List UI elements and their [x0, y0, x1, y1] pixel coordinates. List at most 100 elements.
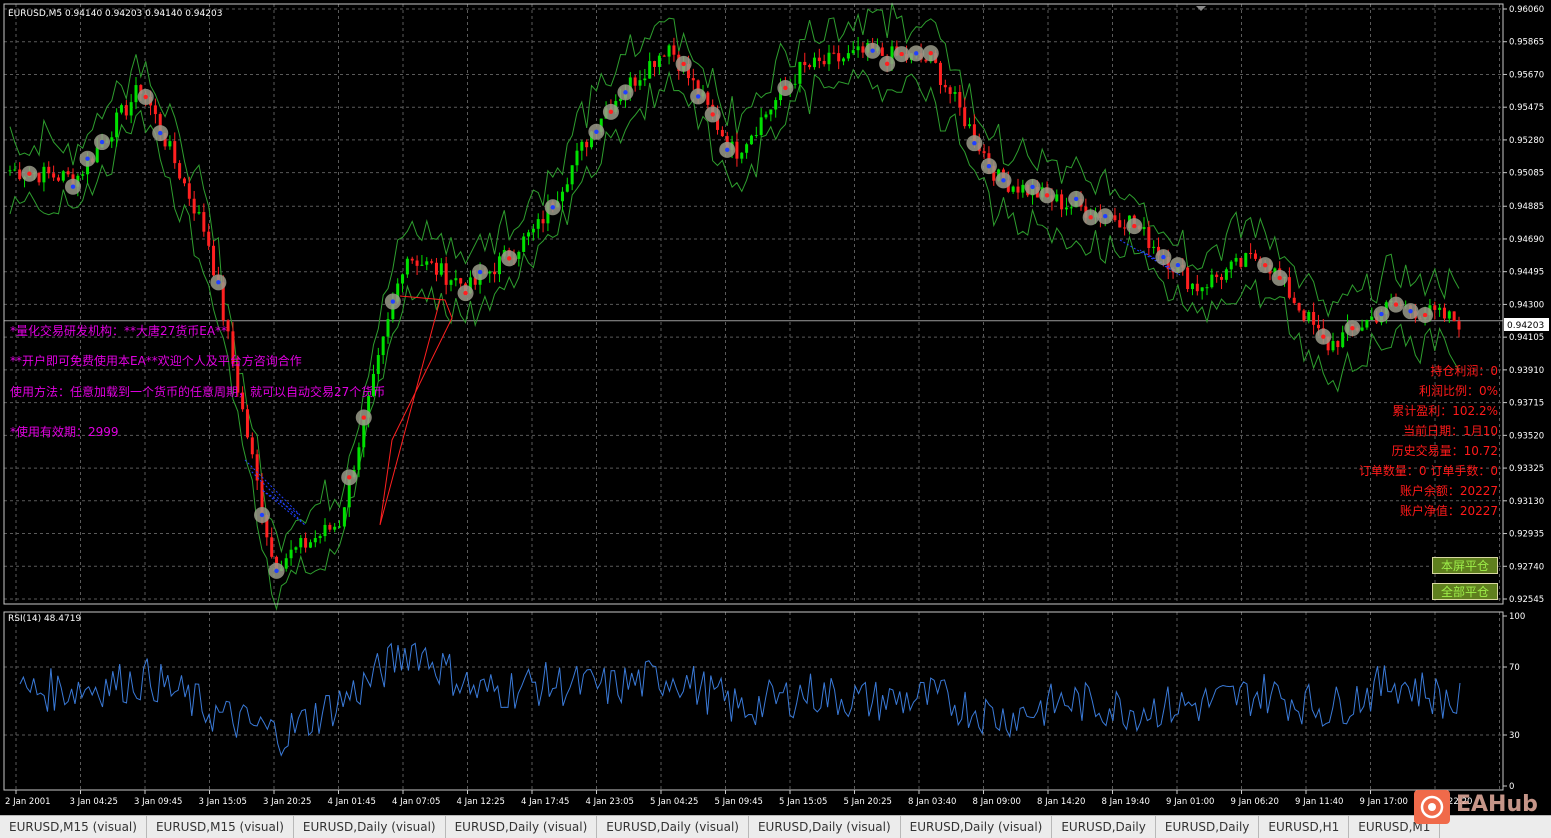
time-tick-label: 3 Jan 04:25	[70, 797, 118, 807]
tab-chart-10[interactable]: EURUSD,H1	[1259, 816, 1350, 838]
candle-body	[119, 105, 123, 113]
candle-body	[1370, 316, 1374, 320]
sell-arrow-icon	[899, 51, 904, 57]
candle-body	[37, 173, 41, 183]
candle-body	[846, 53, 850, 59]
candle-body	[522, 236, 526, 252]
eahub-logo-icon	[1414, 790, 1450, 824]
candle-body	[318, 536, 322, 539]
candle-body	[134, 85, 138, 103]
candle-body	[115, 112, 119, 138]
candle-body	[497, 256, 501, 275]
sell-arrow-icon	[463, 290, 468, 296]
candle-body	[691, 78, 695, 81]
sell-arrow-icon	[506, 256, 512, 261]
price-tick-label: 0.95475	[1509, 103, 1544, 113]
sell-arrow-icon	[1132, 223, 1137, 229]
close-current-button[interactable]: 本屏平仓	[1432, 557, 1498, 574]
tab-chart-4[interactable]: EURUSD,Daily (visual)	[446, 816, 598, 838]
candle-body	[415, 260, 419, 266]
tab-chart-2[interactable]: EURUSD,M15 (visual)	[147, 816, 294, 838]
candle-body	[565, 184, 569, 192]
buy-arrow-icon	[1001, 178, 1006, 183]
buy-arrow-icon	[259, 512, 265, 518]
tab-chart-5[interactable]: EURUSD,Daily (visual)	[597, 816, 749, 838]
sell-arrow-icon	[1393, 302, 1399, 307]
tab-chart-7[interactable]: EURUSD,Daily (visual)	[901, 816, 1053, 838]
candle-body	[289, 549, 293, 559]
candle-body	[1186, 267, 1190, 290]
tab-chart-1[interactable]: EURUSD,M15 (visual)	[0, 816, 147, 838]
candle-body	[745, 144, 749, 153]
current-price-label: 0.94203	[1507, 321, 1544, 331]
candle-body	[245, 409, 249, 438]
time-tick-label: 8 Jan 14:20	[1037, 797, 1085, 807]
close-all-button[interactable]: 全部平仓	[1432, 583, 1498, 600]
candle-body	[1215, 274, 1219, 278]
candle-body	[376, 355, 380, 374]
candle-body	[56, 177, 60, 181]
price-tick-label: 0.94300	[1509, 300, 1544, 310]
time-tick-label: 3 Jan 09:45	[134, 797, 182, 807]
ea-line-usage: 使用方法：任意加载到一个货币的任意周期，就可以自动交易27个货币	[10, 385, 386, 399]
candle-body	[493, 271, 497, 275]
sell-arrow-icon	[608, 109, 614, 115]
candle-body	[197, 212, 201, 214]
sell-arrow-icon	[27, 171, 32, 176]
tab-chart-9[interactable]: EURUSD,Daily	[1156, 816, 1260, 838]
candle-body	[401, 274, 405, 284]
price-tick-label: 0.93910	[1509, 366, 1544, 376]
candle-body	[1457, 321, 1461, 330]
candle-body	[454, 278, 458, 281]
candle-body	[212, 245, 216, 276]
candle-body	[381, 336, 385, 356]
tab-chart-8[interactable]: EURUSD,Daily	[1052, 816, 1156, 838]
candle-body	[1253, 253, 1257, 259]
tab-chart-3[interactable]: EURUSD,Daily (visual)	[294, 816, 446, 838]
candle-body	[842, 58, 846, 62]
candle-body	[1365, 319, 1369, 328]
candle-body	[95, 147, 99, 163]
sell-arrow-icon	[1277, 275, 1282, 281]
price-tick-label: 0.92740	[1509, 562, 1544, 572]
candle-body	[1239, 257, 1243, 267]
candle-body	[250, 437, 254, 455]
time-tick-label: 8 Jan 19:40	[1102, 797, 1150, 807]
tab-chart-6[interactable]: EURUSD,Daily (visual)	[749, 816, 901, 838]
candle-body	[1224, 269, 1228, 280]
trading-chart[interactable]: 0.96060 0.95865 0.95670 0.95475 0.95280 0.950…	[0, 0, 1551, 837]
candle-body	[749, 135, 753, 145]
candle-body	[66, 171, 70, 175]
candle-body	[648, 61, 652, 79]
price-tick-label: 0.95670	[1509, 70, 1544, 80]
buy-arrow-icon	[594, 129, 599, 135]
candle-body	[357, 447, 361, 470]
candle-body	[643, 78, 647, 81]
buy-arrow-icon	[870, 48, 875, 53]
buy-arrow-icon	[158, 130, 163, 136]
stat-cumulative-profit: 累计盈利：102.2%	[1392, 404, 1498, 418]
sell-arrow-icon	[884, 61, 890, 67]
candle-body	[1438, 307, 1442, 310]
buy-arrow-icon	[1161, 254, 1166, 260]
buy-arrow-icon	[1030, 184, 1035, 190]
candle-body	[560, 191, 564, 202]
candle-body	[1312, 311, 1316, 325]
candle-body	[18, 169, 22, 180]
candle-body	[110, 137, 114, 142]
sell-arrow-icon	[143, 94, 148, 100]
candle-body	[1442, 307, 1446, 319]
sell-arrow-icon	[1321, 334, 1326, 339]
candle-body	[173, 141, 177, 164]
buy-arrow-icon	[85, 156, 90, 161]
candle-body	[1249, 253, 1253, 255]
candle-body	[633, 77, 637, 86]
candle-body	[192, 198, 196, 214]
price-tick-label: 0.95865	[1509, 38, 1544, 48]
price-tick-label: 0.94885	[1509, 202, 1544, 212]
ea-line-free-use: **开户即可免费使用本EA**欢迎个人及平台方咨询合作	[10, 354, 302, 368]
candle-body	[968, 124, 972, 127]
candle-body	[851, 50, 855, 54]
rsi-tick-label: 30	[1509, 731, 1520, 741]
eahub-watermark: EAHub	[1414, 788, 1538, 826]
